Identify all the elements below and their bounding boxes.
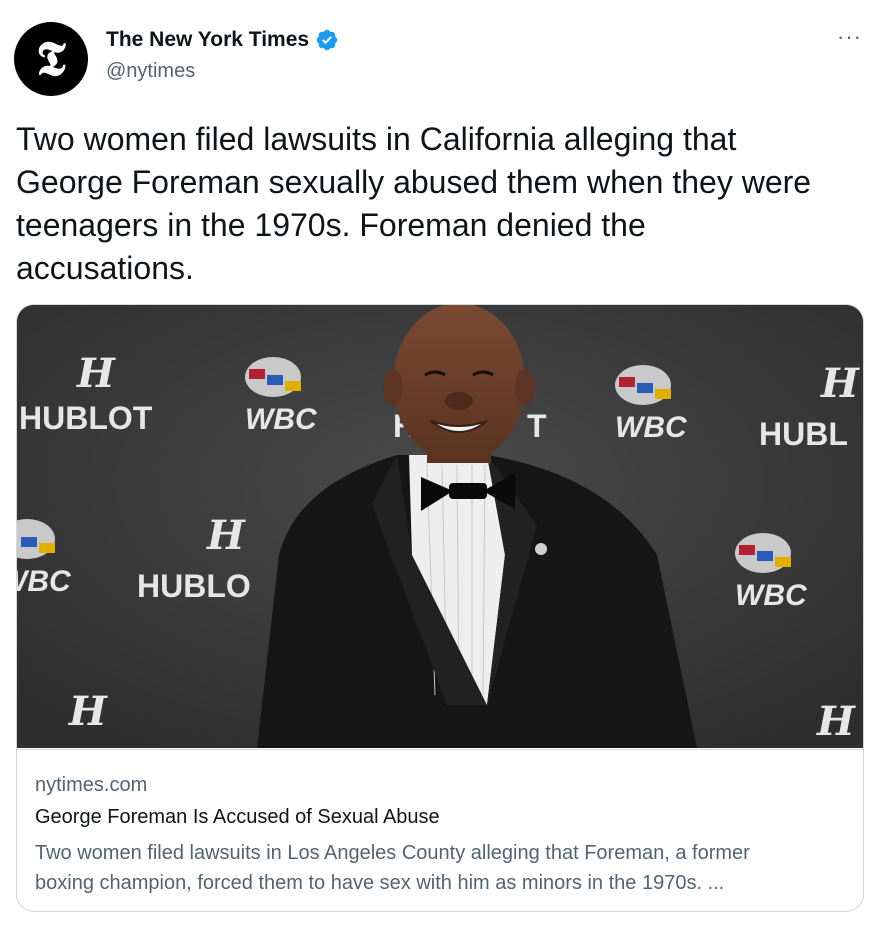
- card-photo-illustration: H HUBLOT H HUBLO H H HUBL H H T: [17, 305, 863, 748]
- verified-badge-icon: [316, 29, 338, 51]
- svg-text:WBC: WBC: [17, 565, 72, 598]
- tweet: 𝕿 The New York Times @nytimes ··· Two wo…: [0, 0, 878, 930]
- link-card[interactable]: H HUBLOT H HUBLO H H HUBL H H T: [16, 304, 864, 912]
- svg-text:H: H: [820, 360, 860, 407]
- svg-text:H: H: [816, 698, 856, 745]
- svg-text:H: H: [68, 688, 108, 735]
- author-display-name[interactable]: The New York Times: [106, 28, 309, 52]
- svg-text:HUBLOT: HUBLOT: [19, 400, 153, 436]
- card-title: George Foreman Is Accused of Sexual Abus…: [35, 806, 440, 828]
- card-image[interactable]: H HUBLOT H HUBLO H H HUBL H H T: [17, 305, 863, 748]
- nyt-logo-icon: 𝕿: [36, 31, 66, 87]
- card-description: Two women filed lawsuits in Los Angeles …: [35, 842, 750, 894]
- svg-text:HUBLO: HUBLO: [137, 568, 251, 604]
- author-row: The New York Times: [106, 28, 339, 52]
- card-domain: nytimes.com: [35, 774, 148, 796]
- svg-text:H: H: [206, 512, 246, 559]
- avatar[interactable]: 𝕿: [14, 22, 88, 96]
- svg-text:WBC: WBC: [615, 411, 688, 444]
- svg-text:WBC: WBC: [735, 579, 808, 612]
- svg-text:WBC: WBC: [245, 403, 318, 436]
- tweet-text: Two women filed lawsuits in California a…: [16, 121, 812, 286]
- svg-text:H: H: [76, 350, 116, 397]
- more-options-icon[interactable]: ···: [837, 26, 862, 48]
- svg-text:T: T: [527, 408, 547, 444]
- card-meta: nytimes.com George Foreman Is Accused of…: [17, 749, 863, 911]
- svg-text:HUBL: HUBL: [759, 416, 848, 452]
- author-handle[interactable]: @nytimes: [106, 60, 195, 83]
